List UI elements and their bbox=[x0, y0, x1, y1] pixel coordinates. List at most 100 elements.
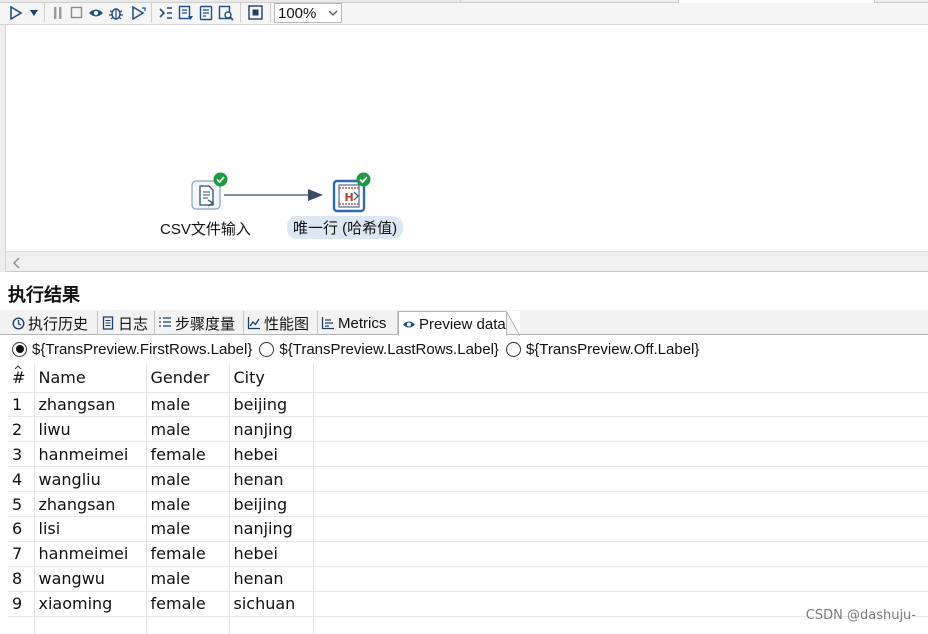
column-header-index[interactable]: # bbox=[8, 364, 35, 393]
zoom-select[interactable]: 100% bbox=[274, 3, 342, 23]
radio-indicator bbox=[505, 341, 521, 357]
cell-name: wangwu bbox=[34, 566, 147, 592]
cell-gender: male bbox=[146, 416, 230, 443]
radio-off[interactable]: ${TransPreview.Off.Label} bbox=[505, 341, 699, 358]
cell-city: sichuan bbox=[229, 591, 314, 617]
cell-index: 3 bbox=[8, 441, 35, 468]
cell-index: 2 bbox=[8, 416, 35, 443]
cell-filler bbox=[313, 491, 928, 517]
impact-icon[interactable] bbox=[178, 4, 194, 21]
results-tab-bar: 执行历史 日志 步骤度量 性能图 Metrics Preview data bbox=[0, 310, 928, 336]
cell-empty bbox=[34, 616, 147, 634]
step-metrics-icon bbox=[158, 316, 172, 330]
cell-name: lisi bbox=[34, 516, 147, 542]
cell-filler bbox=[313, 541, 928, 567]
sql-icon[interactable] bbox=[198, 4, 214, 21]
cell-name: xiaoming bbox=[34, 591, 147, 617]
tab-log[interactable]: 日志 bbox=[98, 311, 155, 335]
cell-index: 9 bbox=[8, 591, 35, 617]
tab-execution-history[interactable]: 执行历史 bbox=[8, 311, 98, 335]
tab-performance-chart[interactable]: 性能图 bbox=[244, 311, 318, 335]
cell-index: 4 bbox=[8, 466, 35, 493]
table-row[interactable]: 4 wangliu male henan bbox=[8, 466, 928, 493]
pause-icon[interactable] bbox=[50, 4, 66, 21]
cell-index: 5 bbox=[8, 491, 35, 517]
cell-name: hanmeimei bbox=[34, 541, 147, 567]
cell-gender: female bbox=[146, 441, 230, 468]
performance-chart-icon bbox=[247, 316, 261, 330]
replay-icon[interactable] bbox=[130, 4, 146, 21]
cell-filler bbox=[313, 392, 928, 418]
table-row[interactable]: 9 xiaoming female sichuan bbox=[8, 591, 928, 617]
cell-city: hebei bbox=[229, 541, 314, 567]
cell-city: henan bbox=[229, 466, 314, 493]
column-filler bbox=[313, 364, 928, 393]
run-options-icon[interactable] bbox=[28, 4, 40, 21]
step-label: CSV文件输入 bbox=[160, 221, 251, 238]
cell-name: zhangsan bbox=[34, 392, 147, 418]
radio-last-rows[interactable]: ${TransPreview.LastRows.Label} bbox=[259, 341, 499, 358]
cell-gender: male bbox=[146, 516, 230, 542]
preview-data-table[interactable]: # Name Gender City 1 zhangsan male beijing 2… bbox=[8, 364, 928, 634]
table-row[interactable]: 2 liwu male nanjing bbox=[8, 416, 928, 443]
cell-filler bbox=[313, 416, 928, 443]
table-row[interactable]: 8 wangwu male henan bbox=[8, 566, 928, 592]
cell-index: 1 bbox=[8, 392, 35, 418]
table-row[interactable]: 7 hanmeimei female hebei bbox=[8, 541, 928, 567]
cell-filler bbox=[313, 441, 928, 468]
cell-filler bbox=[313, 516, 928, 542]
cell-gender: male bbox=[146, 466, 230, 493]
history-icon bbox=[11, 316, 25, 330]
tab-preview-data[interactable]: Preview data bbox=[398, 311, 520, 336]
sort-icon bbox=[14, 365, 22, 370]
table-header-row: # Name Gender City bbox=[8, 364, 928, 393]
radio-selected-indicator bbox=[12, 341, 27, 357]
cell-city: hebei bbox=[229, 441, 314, 468]
cell-gender: male bbox=[146, 566, 230, 592]
cell-gender: male bbox=[146, 392, 230, 418]
table-empty-row bbox=[8, 616, 928, 634]
tab-step-metrics[interactable]: 步骤度量 bbox=[155, 311, 244, 335]
cell-name: wangliu bbox=[34, 466, 147, 493]
zoom-value: 100% bbox=[278, 4, 317, 22]
stop-icon[interactable] bbox=[68, 4, 84, 21]
cell-name: liwu bbox=[34, 416, 147, 443]
debug-icon[interactable] bbox=[108, 4, 124, 21]
cell-name: hanmeimei bbox=[34, 441, 147, 468]
canvas-horizontal-scrollbar[interactable] bbox=[6, 251, 928, 272]
cell-empty bbox=[8, 616, 35, 634]
scroll-left-icon[interactable] bbox=[12, 256, 22, 269]
cell-index: 6 bbox=[8, 516, 35, 542]
cell-city: nanjing bbox=[229, 516, 314, 542]
table-row[interactable]: 3 hanmeimei female hebei bbox=[8, 441, 928, 468]
hop-arrow[interactable] bbox=[224, 187, 334, 203]
metrics-icon bbox=[321, 316, 335, 330]
explore-db-icon[interactable] bbox=[218, 4, 234, 21]
preview-icon[interactable] bbox=[88, 4, 104, 21]
results-title: 执行结果 bbox=[8, 285, 80, 306]
table-row[interactable]: 1 zhangsan male beijing bbox=[8, 392, 928, 418]
verify-icon[interactable] bbox=[158, 4, 174, 21]
cell-index: 7 bbox=[8, 541, 35, 567]
cell-city: beijing bbox=[229, 491, 314, 517]
svg-text:H: H bbox=[345, 191, 354, 204]
eye-icon bbox=[402, 317, 416, 331]
editor-tab-strip bbox=[0, 0, 928, 3]
table-row[interactable]: 5 zhangsan male beijing bbox=[8, 491, 928, 517]
tab-metrics[interactable]: Metrics bbox=[318, 311, 398, 335]
radio-first-rows[interactable]: ${TransPreview.FirstRows.Label} bbox=[12, 341, 252, 358]
column-header-gender[interactable]: Gender bbox=[146, 364, 230, 393]
grid-icon[interactable] bbox=[247, 4, 263, 21]
cell-gender: male bbox=[146, 491, 230, 517]
cell-empty bbox=[229, 616, 314, 634]
run-icon[interactable] bbox=[8, 4, 24, 21]
table-row[interactable]: 6 lisi male nanjing bbox=[8, 516, 928, 542]
preview-mode-options: ${TransPreview.FirstRows.Label} ${TransP… bbox=[0, 336, 928, 362]
transformation-canvas[interactable]: CSV文件输入 H 唯一行 (哈希值) bbox=[6, 25, 928, 251]
cell-filler bbox=[313, 466, 928, 493]
watermark: CSDN @dashuju- bbox=[805, 608, 916, 623]
cell-filler bbox=[313, 566, 928, 592]
column-header-name[interactable]: Name bbox=[34, 364, 147, 393]
column-header-city[interactable]: City bbox=[229, 364, 314, 393]
cell-gender: female bbox=[146, 591, 230, 617]
